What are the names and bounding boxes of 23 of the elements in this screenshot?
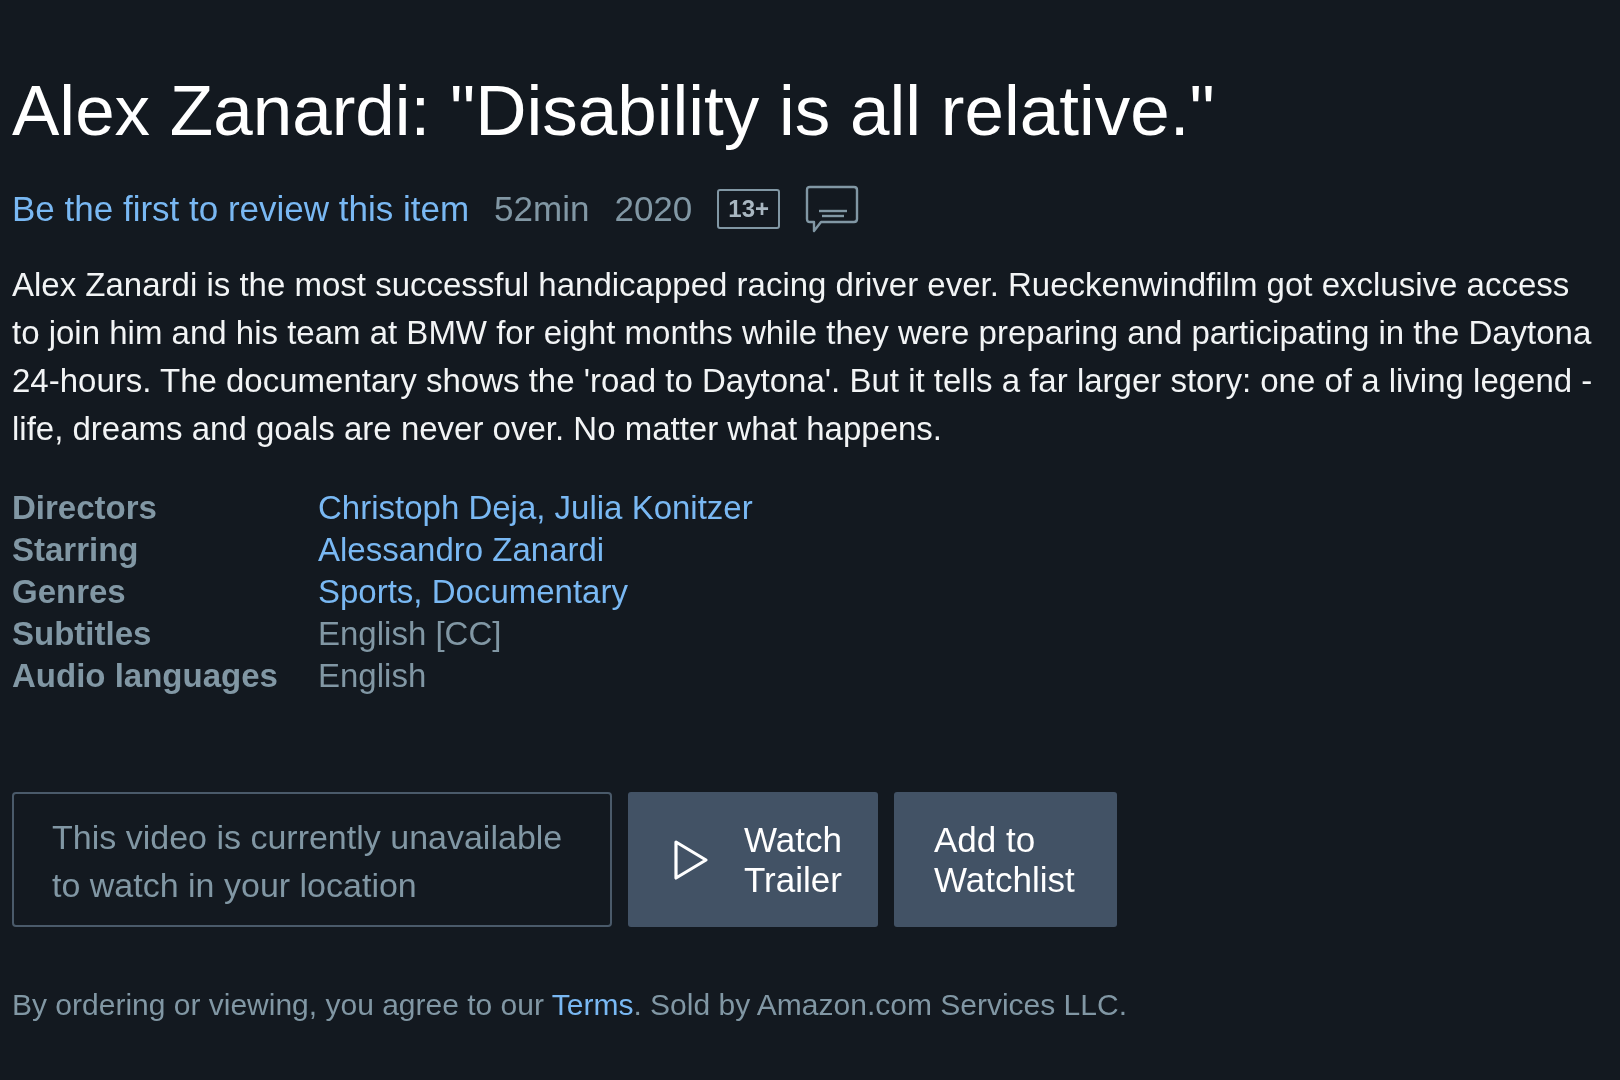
- terms-link[interactable]: Terms: [551, 988, 634, 1021]
- detail-link[interactable]: Sports, Documentary: [318, 573, 628, 610]
- detail-value: English: [318, 657, 427, 694]
- unavailable-notice: This video is currently unavailable to watch in your location: [12, 792, 612, 927]
- detail-value: English [CC]: [318, 615, 502, 652]
- detail-label: Starring: [12, 530, 140, 570]
- detail-label: Subtitles: [12, 614, 153, 654]
- watch-trailer-button[interactable]: Watch Trailer: [628, 792, 878, 927]
- watchlist-button[interactable]: Add to Watchlist: [894, 792, 1117, 927]
- video-title: Alex Zanardi: "Disability is all relative.": [12, 70, 1216, 152]
- detail-link[interactable]: Alessandro Zanardi: [318, 531, 605, 568]
- play-icon: [673, 838, 709, 881]
- description: Alex Zanardi is the most successful handicapped racing driver ever. Rueckenwindfilm got exclusive access to join him and his team at BMW for eight months while they were preparing and participating in the Daytona 24-hours. The documentary shows the 'road to Daytona'. But it tells a far larger story: one of a living legend - life, dreams and goals are never over. No matter what happens.: [12, 265, 1594, 449]
- legal-notice: By ordering or viewing, you agree to our Terms. Sold by Amazon.com Services LLC.: [12, 987, 1128, 1023]
- release-year: 2020: [614, 189, 693, 229]
- review-link[interactable]: Be the first to review this item: [12, 189, 470, 229]
- detail-label: Genres: [12, 572, 127, 612]
- runtime: 52min: [494, 189, 590, 229]
- detail-link[interactable]: Christoph Deja, Julia Konitzer: [318, 489, 753, 526]
- detail-label: Directors: [12, 488, 158, 528]
- age-rating: 13+: [717, 189, 781, 229]
- speech-bubble-icon: [805, 185, 860, 233]
- detail-label: Audio languages: [12, 656, 279, 696]
